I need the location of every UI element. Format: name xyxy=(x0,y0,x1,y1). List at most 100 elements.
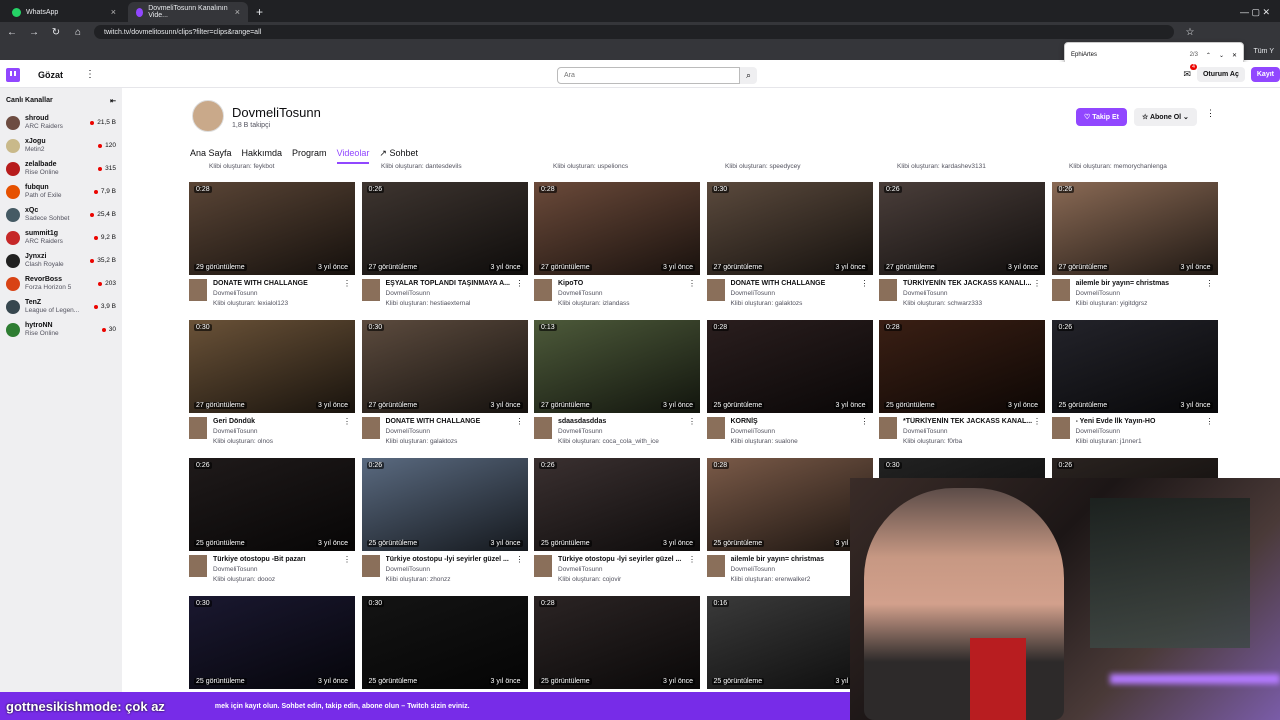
clip-card[interactable]: 0:26 25 görüntüleme 3 yıl önce - Yeni Evde … xyxy=(1051,320,1218,448)
find-input[interactable]: EphiArtes xyxy=(1071,52,1182,58)
clip-channel[interactable]: DovmeliTosunn xyxy=(386,565,518,575)
more-options-icon[interactable]: ⋮ xyxy=(688,279,696,288)
close-icon[interactable]: ✕ xyxy=(1232,52,1237,59)
clip-title[interactable]: TÜRKİYENİN TEK JACKASS KANALI... xyxy=(903,279,1035,289)
browser-tab-whatsapp[interactable]: WhatsApp × xyxy=(4,2,124,22)
login-button[interactable]: Oturum Aç xyxy=(1196,67,1245,82)
home-icon[interactable]: ⌂ xyxy=(72,27,84,38)
clip-card[interactable]: 0:2825 görüntüleme3 yıl önceailemle bir … xyxy=(706,458,873,586)
clip-thumbnail[interactable]: 0:30 25 görüntüleme 3 yıl önce xyxy=(189,596,355,689)
clip-avatar[interactable] xyxy=(361,279,380,301)
clip-avatar[interactable] xyxy=(1051,417,1070,439)
tab-home[interactable]: Ana Sayfa xyxy=(190,148,232,164)
clip-title[interactable]: Türkiye otostopu -İyi seyirler güzel ... xyxy=(558,555,690,565)
back-icon[interactable]: ← xyxy=(6,27,18,38)
more-options-icon[interactable]: ⋮ xyxy=(516,555,524,564)
more-options-icon[interactable]: ⋮ xyxy=(516,417,524,426)
more-options-icon[interactable]: ⋮ xyxy=(861,417,869,426)
more-menu-icon[interactable]: ⋮ xyxy=(85,69,95,80)
clip-thumbnail[interactable]: 0:26 25 görüntüleme 3 yıl önce xyxy=(361,458,528,551)
clip-card[interactable]: 0:26 25 görüntüleme 3 yıl önce Türkiye otos… xyxy=(189,458,355,586)
sidebar-item-fubqun[interactable]: fubqun Path of Exile 7,9 B xyxy=(0,180,122,203)
clip-thumbnail[interactable]: 0:28 27 görüntüleme 3 yıl önce xyxy=(534,182,700,275)
more-options-icon[interactable]: ⋮ xyxy=(516,279,524,288)
close-icon[interactable]: × xyxy=(111,7,116,17)
clip-card[interactable]: 0:30 27 görüntüleme 3 yıl önce Geri Döndük D… xyxy=(189,320,355,448)
collapse-icon[interactable]: ⇤ xyxy=(110,97,116,105)
sidebar-item-jynxzi[interactable]: Jynxzi Clash Royale 35,2 B xyxy=(0,249,122,272)
clip-card[interactable]: 0:13 27 görüntüleme 3 yıl önce sdaasdasddas… xyxy=(534,320,700,448)
clip-card[interactable]: 0:28 25 görüntüleme 3 yıl önce KORNİŞ Dovmel… xyxy=(706,320,873,448)
clip-channel[interactable]: DovmeliTosunn xyxy=(1076,427,1208,437)
clip-avatar[interactable] xyxy=(534,279,552,301)
more-options-icon[interactable]: ⋮ xyxy=(1206,279,1214,288)
more-options-icon[interactable]: ⋮ xyxy=(1033,279,1041,288)
clip-thumbnail[interactable]: 0:26 25 görüntüleme 3 yıl önce xyxy=(1051,320,1218,413)
subscribe-button[interactable]: ☆ Abone Ol ⌄ xyxy=(1134,108,1197,126)
clip-thumbnail[interactable]: 0:26 27 görüntüleme 3 yıl önce xyxy=(1051,182,1218,275)
clip-title[interactable]: sdaasdasddas xyxy=(558,417,690,427)
sidebar-item-summit1g[interactable]: summit1g ARC Raiders 9,2 B xyxy=(0,226,122,249)
tab-videos[interactable]: Videolar xyxy=(336,148,370,164)
clip-thumbnail[interactable]: 0:30 27 görüntüleme 3 yıl önce xyxy=(361,320,528,413)
clip-channel[interactable]: DovmeliTosunn xyxy=(558,565,690,575)
clip-card[interactable]: 0:30 25 görüntüleme 3 yıl önce xyxy=(361,596,528,692)
search-icon[interactable]: ⌕ xyxy=(740,67,757,84)
channel-name[interactable]: DovmeliTosunn xyxy=(232,105,321,120)
clip-title[interactable]: Türkiye otostopu -İyi seyirler güzel ... xyxy=(386,555,518,565)
clip-card[interactable]: 0:30 27 görüntüleme 3 yıl önce DONATE WITH … xyxy=(706,182,873,310)
clip-thumbnail[interactable]: 0:28 25 görüntüleme 3 yıl önce xyxy=(706,320,873,413)
star-icon[interactable]: ☆ xyxy=(1184,27,1196,38)
clip-title[interactable]: KORNİŞ xyxy=(731,417,863,427)
clip-thumbnail[interactable]: 0:30 25 görüntüleme 3 yıl önce xyxy=(361,596,528,689)
clip-card[interactable]: 0:28 27 görüntüleme 3 yıl önce KipoTO Dovmel… xyxy=(534,182,700,310)
clip-avatar[interactable] xyxy=(879,279,897,301)
browser-tab-twitch[interactable]: DovmeliTosunn Kanalının Vide... × xyxy=(128,2,248,22)
sidebar-item-revorboss[interactable]: RevorBoss Forza Horizon 5 203 xyxy=(0,272,122,295)
new-tab-icon[interactable]: + xyxy=(256,2,263,22)
clip-card[interactable]: 0:28 29 görüntüleme 3 yıl önce DONATE WITH … xyxy=(189,182,355,310)
clip-title[interactable]: EŞYALAR TOPLANDI TAŞINMAYA A... xyxy=(386,279,518,289)
clip-title[interactable]: DONATE WITH CHALLANGE xyxy=(386,417,518,427)
clip-card[interactable]: 0:26 27 görüntüleme 3 yıl önce EŞYALAR TOPL… xyxy=(361,182,528,310)
tab-about[interactable]: Hakkımda xyxy=(242,148,283,164)
clip-channel[interactable]: DovmeliTosunn xyxy=(213,565,345,575)
clip-channel[interactable]: DovmeliTosunn xyxy=(213,289,345,299)
clip-title[interactable]: DONATE WITH CHALLANGE xyxy=(213,279,345,289)
clip-title[interactable]: DONATE WITH CHALLANGE xyxy=(731,279,863,289)
clip-avatar[interactable] xyxy=(361,555,380,577)
sidebar-item-shroud[interactable]: shroud ARC Raiders 21,5 B xyxy=(0,111,122,134)
tab-schedule[interactable]: Program xyxy=(292,148,327,164)
clip-avatar[interactable] xyxy=(706,555,725,577)
clip-thumbnail[interactable]: 0:28 29 görüntüleme 3 yıl önce xyxy=(189,182,355,275)
more-options-icon[interactable]: ⋮ xyxy=(1206,417,1214,426)
clip-thumbnail[interactable]: 0:26 25 görüntüleme 3 yıl önce xyxy=(189,458,355,551)
clip-card[interactable]: 0:26 25 görüntüleme 3 yıl önce Türkiye otos… xyxy=(534,458,700,586)
clip-card[interactable]: 0:30 25 görüntüleme 3 yıl önce xyxy=(189,596,355,692)
clip-avatar[interactable] xyxy=(706,279,725,301)
more-options-icon[interactable]: ⋮ xyxy=(1206,108,1215,119)
more-options-icon[interactable]: ⋮ xyxy=(861,279,869,288)
sidebar-item-xqc[interactable]: xQc Sadece Sohbet 25,4 B xyxy=(0,203,122,226)
signup-banner-text[interactable]: mek için kayıt olun. Sohbet edin, takip … xyxy=(215,703,470,710)
clip-title[interactable]: KipoTO xyxy=(558,279,690,289)
clip-avatar[interactable] xyxy=(189,555,207,577)
clip-channel[interactable]: DovmeliTosunn xyxy=(213,427,345,437)
clip-channel[interactable]: DovmeliTosunn xyxy=(1076,289,1208,299)
clip-channel[interactable]: DovmeliTosunn xyxy=(731,565,863,575)
sidebar-item-zelalbade[interactable]: zelalbade Rise Online 315 xyxy=(0,157,122,180)
sidebar-item-hytronn[interactable]: hytroNN Rise Online 30 xyxy=(0,318,122,341)
clip-title[interactable]: ailemle bir yayın= christmas xyxy=(731,555,863,565)
more-options-icon[interactable]: ⋮ xyxy=(1033,417,1041,426)
search-input[interactable] xyxy=(557,67,740,84)
clip-channel[interactable]: DovmeliTosunn xyxy=(731,289,863,299)
notification-icon[interactable]: ✉ 4 xyxy=(1183,64,1197,80)
browse-link[interactable]: Gözat xyxy=(38,70,63,80)
clip-thumbnail[interactable]: 0:30 27 görüntüleme 3 yıl önce xyxy=(706,182,873,275)
tab-chat[interactable]: ↗ Sohbet xyxy=(379,148,418,164)
clip-thumbnail[interactable]: 0:26 25 görüntüleme 3 yıl önce xyxy=(534,458,700,551)
url-field[interactable]: twitch.tv/dovmelitosunn/clips?filter=cli… xyxy=(94,25,1174,39)
clip-title[interactable]: - Yeni Evde İlk Yayın-HO xyxy=(1076,417,1208,427)
more-options-icon[interactable]: ⋮ xyxy=(343,555,351,564)
twitch-logo-icon[interactable] xyxy=(6,67,20,82)
